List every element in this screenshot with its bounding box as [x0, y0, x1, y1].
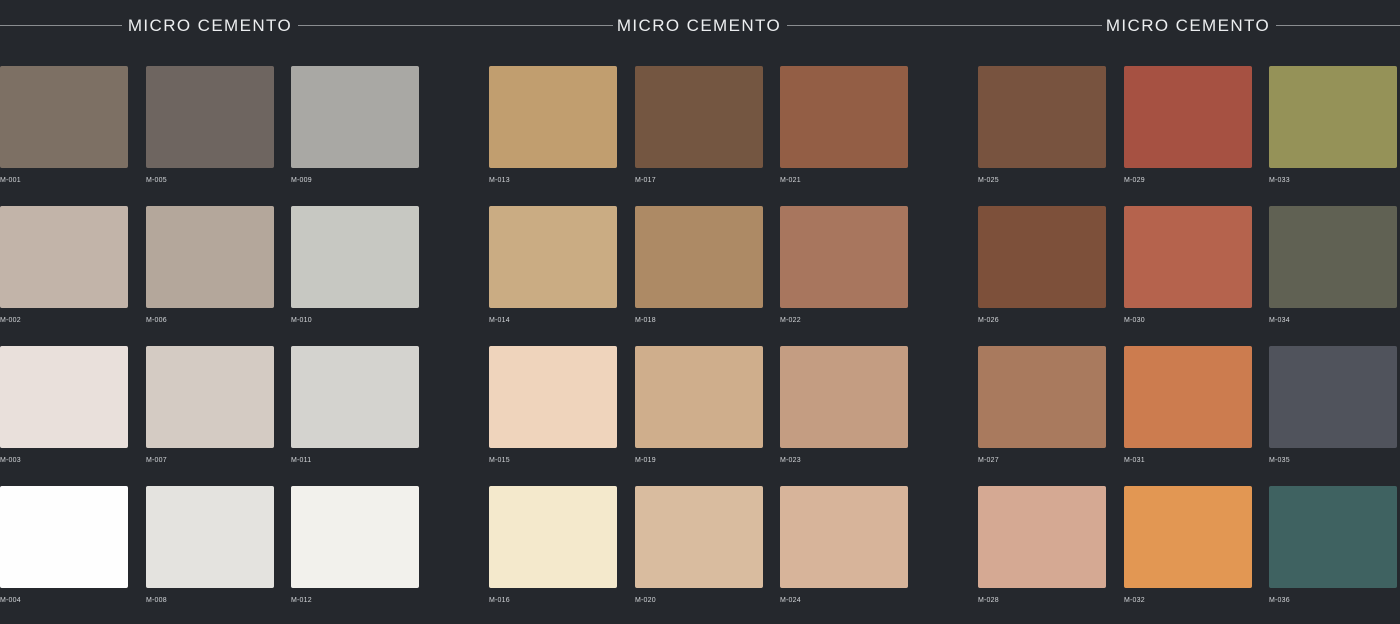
- color-swatch[interactable]: [146, 346, 274, 448]
- swatch-code-label: M-036: [1269, 597, 1290, 604]
- color-swatch[interactable]: [1124, 206, 1252, 308]
- swatch-code-label: M-026: [978, 317, 999, 324]
- color-swatch[interactable]: [291, 206, 419, 308]
- color-swatch[interactable]: [780, 206, 908, 308]
- swatch-code-label: M-033: [1269, 177, 1290, 184]
- swatch-code-label: M-034: [1269, 317, 1290, 324]
- swatch-code-label: M-004: [0, 597, 21, 604]
- color-swatch[interactable]: [1124, 66, 1252, 168]
- swatch-code-label: M-021: [780, 177, 801, 184]
- color-swatch[interactable]: [978, 206, 1106, 308]
- swatch-code-label: M-002: [0, 317, 21, 324]
- swatch-code-label: M-018: [635, 317, 656, 324]
- palette-panel: MICRO CEMENTO M-025 M-026 M-027 M-028 M-029 M…: [978, 0, 1400, 624]
- swatch-code-label: M-005: [146, 177, 167, 184]
- swatch-code-label: M-017: [635, 177, 656, 184]
- color-swatch[interactable]: [635, 66, 763, 168]
- color-swatch[interactable]: [780, 346, 908, 448]
- color-swatch[interactable]: [1124, 346, 1252, 448]
- swatch-code-label: M-006: [146, 317, 167, 324]
- color-swatch[interactable]: [0, 66, 128, 168]
- panel-title: MICRO CEMENTO: [616, 16, 782, 35]
- swatch-code-label: M-031: [1124, 457, 1145, 464]
- palette-panel: MICRO CEMENTO M-013 M-014 M-015 M-016 M-017 M…: [489, 0, 1102, 624]
- color-swatch[interactable]: [0, 346, 128, 448]
- color-swatch[interactable]: [291, 66, 419, 168]
- color-swatch[interactable]: [978, 486, 1106, 588]
- swatch-code-label: M-016: [489, 597, 510, 604]
- swatch-code-label: M-020: [635, 597, 656, 604]
- swatch-code-label: M-027: [978, 457, 999, 464]
- color-swatch[interactable]: [146, 206, 274, 308]
- swatch-code-label: M-009: [291, 177, 312, 184]
- swatch-code-label: M-007: [146, 457, 167, 464]
- color-swatch[interactable]: [635, 486, 763, 588]
- swatch-code-label: M-001: [0, 177, 21, 184]
- swatch-code-label: M-003: [0, 457, 21, 464]
- color-swatch[interactable]: [1269, 486, 1397, 588]
- swatch-code-label: M-010: [291, 317, 312, 324]
- swatch-code-label: M-019: [635, 457, 656, 464]
- color-swatch[interactable]: [291, 346, 419, 448]
- color-swatch[interactable]: [780, 66, 908, 168]
- color-swatch[interactable]: [1124, 486, 1252, 588]
- swatch-code-label: M-028: [978, 597, 999, 604]
- color-swatch[interactable]: [1269, 66, 1397, 168]
- swatch-code-label: M-029: [1124, 177, 1145, 184]
- color-swatch[interactable]: [146, 486, 274, 588]
- swatch-code-label: M-025: [978, 177, 999, 184]
- swatch-code-label: M-022: [780, 317, 801, 324]
- panel-title: MICRO CEMENTO: [1105, 16, 1271, 35]
- swatch-code-label: M-015: [489, 457, 510, 464]
- swatch-code-label: M-024: [780, 597, 801, 604]
- swatch-code-label: M-011: [291, 457, 312, 464]
- palette-panel: MICRO CEMENTO M-001 M-002 M-003 M-004 M-005 M…: [0, 0, 613, 624]
- swatch-code-label: M-030: [1124, 317, 1145, 324]
- color-swatch[interactable]: [489, 66, 617, 168]
- swatch-code-label: M-023: [780, 457, 801, 464]
- color-swatch[interactable]: [291, 486, 419, 588]
- color-swatch[interactable]: [1269, 346, 1397, 448]
- swatch-code-label: M-008: [146, 597, 167, 604]
- color-swatch[interactable]: [978, 346, 1106, 448]
- color-swatch[interactable]: [0, 206, 128, 308]
- color-swatch[interactable]: [146, 66, 274, 168]
- color-swatch[interactable]: [0, 486, 128, 588]
- panel-title: MICRO CEMENTO: [127, 16, 293, 35]
- color-swatch[interactable]: [489, 486, 617, 588]
- color-swatch[interactable]: [978, 66, 1106, 168]
- color-swatch[interactable]: [780, 486, 908, 588]
- swatch-code-label: M-014: [489, 317, 510, 324]
- color-swatch[interactable]: [1269, 206, 1397, 308]
- color-swatch[interactable]: [635, 346, 763, 448]
- color-swatch[interactable]: [489, 346, 617, 448]
- header-rule-right: [1276, 25, 1400, 26]
- color-swatch[interactable]: [635, 206, 763, 308]
- swatch-code-label: M-012: [291, 597, 312, 604]
- swatch-code-label: M-032: [1124, 597, 1145, 604]
- swatch-code-label: M-013: [489, 177, 510, 184]
- swatch-code-label: M-035: [1269, 457, 1290, 464]
- color-swatch[interactable]: [489, 206, 617, 308]
